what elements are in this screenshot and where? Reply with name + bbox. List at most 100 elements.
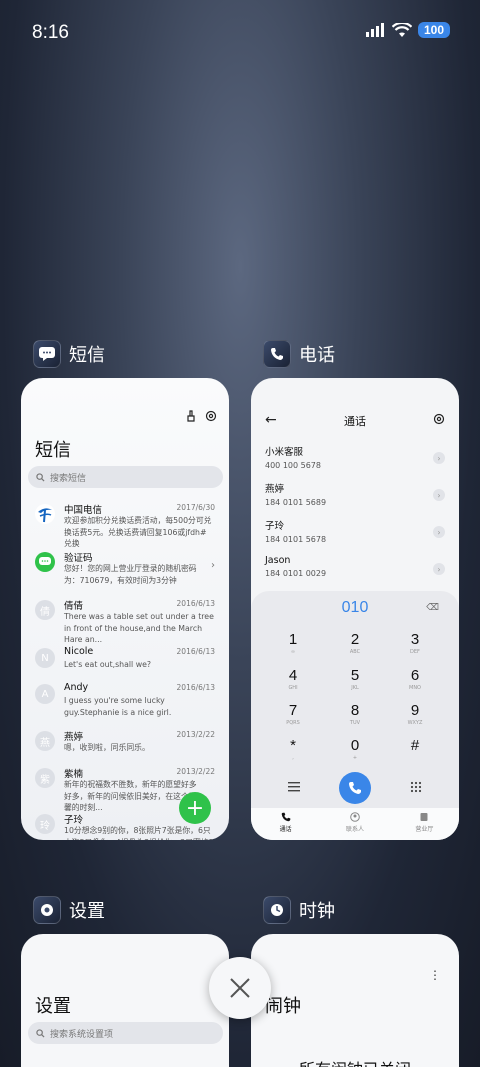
search-placeholder: 搜索系统设置项 (50, 1029, 114, 1040)
tab-label: 联系人 (345, 826, 364, 833)
dial-key-letters: + (352, 755, 358, 761)
chevron-right-icon[interactable]: › (433, 526, 445, 538)
search-icon (36, 472, 45, 482)
dial-key[interactable]: 6 MNO (395, 667, 435, 691)
sender-name: 验证码 (64, 553, 93, 564)
contact-item[interactable]: Jason 184 0101 0029 › (265, 555, 445, 585)
dialpad-grid-icon[interactable] (410, 781, 422, 793)
contact-item[interactable]: 燕婷 184 0101 5689 › (265, 481, 445, 511)
message-preview: 欢迎参加积分兑换话费活动，每500分可兑换话费5元。兑换话费请回复106或jfd… (64, 516, 212, 548)
chevron-right-icon[interactable]: › (433, 452, 445, 464)
tab-contacts[interactable]: 联系人 (320, 808, 389, 840)
clock-title: 闹钟 (265, 996, 301, 1017)
tab-store[interactable]: 营业厅 (390, 808, 459, 840)
phone-icon (281, 812, 290, 822)
dial-key[interactable]: 9 WXYZ (395, 702, 435, 726)
settings-gear-icon[interactable] (205, 410, 217, 422)
phone-header: ← 通话 (251, 412, 459, 432)
menu-icon[interactable] (288, 782, 300, 792)
message-preview: 嗯，收到啦，同乐同乐。 (64, 743, 150, 752)
dial-key[interactable]: 0 + (335, 737, 375, 761)
backspace-icon[interactable]: ⌫ (426, 603, 439, 613)
message-preview: I guess you're some lucky guy.Stephanie … (64, 696, 172, 717)
app-name: 设置 (69, 901, 105, 922)
message-date: 2017/6/30 (176, 503, 215, 512)
dial-key-letters: GHI (288, 685, 298, 691)
contact-name: Jason (265, 555, 291, 566)
clock-app-card[interactable]: ⋮ 闹钟 所有闹钟已关闭 (251, 934, 459, 1067)
dial-key-letters: DEF (410, 649, 420, 655)
store-icon (420, 813, 428, 821)
dial-key[interactable]: # (395, 737, 435, 755)
chevron-right-icon: › (211, 560, 215, 571)
wifi-icon (391, 22, 412, 37)
clean-icon[interactable] (185, 410, 197, 422)
contact-name: 小米客服 (265, 447, 304, 458)
dial-key-digit: 3 (410, 631, 420, 648)
status-time: 8:16 (32, 22, 69, 43)
dial-key[interactable]: 1 ∞ (273, 631, 313, 655)
sms-app-icon (33, 340, 61, 368)
chevron-right-icon[interactable]: › (433, 489, 445, 501)
plus-icon: + (185, 795, 205, 821)
avatar: 倩 (35, 600, 55, 620)
new-message-button[interactable]: + (179, 792, 211, 824)
contact-number: 400 100 5678 (265, 461, 321, 470)
settings-gear-icon[interactable] (433, 413, 445, 425)
dial-key-digit: 0 (350, 737, 360, 754)
sender-name: 燕婷 (64, 732, 84, 743)
contact-number: 184 0101 5678 (265, 535, 327, 544)
sms-app-card[interactable]: 短信 搜索短信 中国电信 2017/6/30 欢迎参加积分兑换话费活动，每500… (21, 378, 229, 840)
clear-all-button[interactable] (209, 957, 271, 1019)
search-placeholder: 搜索短信 (50, 473, 87, 484)
dial-key-digit: 9 (410, 702, 420, 719)
settings-app-icon (33, 896, 61, 924)
dial-key[interactable]: 7 PQRS (273, 702, 313, 726)
sms-top-icons (185, 410, 217, 422)
empty-state-text: 所有闹钟已关闭 (251, 1056, 459, 1067)
sms-title: 短信 (35, 440, 71, 461)
dial-key-digit: # (410, 737, 420, 754)
app-label-settings[interactable]: 设置 (33, 896, 105, 924)
dial-key[interactable]: 2 ABC (335, 631, 375, 655)
message-date: 2013/2/22 (176, 730, 215, 739)
app-label-clock[interactable]: 时钟 (263, 896, 335, 924)
contact-item[interactable]: 小米客服 400 100 5678 › (265, 444, 445, 474)
search-icon (36, 1028, 45, 1038)
message-date: 2016/6/13 (176, 647, 215, 656)
person-icon (350, 812, 360, 822)
clock-app-icon (263, 896, 291, 924)
call-button[interactable] (339, 772, 371, 804)
tab-calls[interactable]: 通话 (251, 808, 320, 840)
dial-key-digit: 8 (350, 702, 360, 719)
phone-app-card[interactable]: ← 通话 小米客服 400 100 5678 › 燕婷 184 0101 568… (251, 378, 459, 840)
dial-key-letters: ABC (349, 649, 361, 655)
settings-app-card[interactable]: 设置 搜索系统设置项 (21, 934, 229, 1067)
contact-number: 184 0101 0029 (265, 569, 327, 578)
dial-key-letters: PQRS (286, 720, 300, 726)
dial-key-letters: MNO (409, 685, 421, 691)
dial-key[interactable]: *, (273, 737, 313, 761)
dial-key-digit: 1 (288, 631, 298, 648)
chevron-right-icon[interactable]: › (433, 563, 445, 575)
message-date: 2016/6/13 (176, 683, 215, 692)
dial-key[interactable]: 4 GHI (273, 667, 313, 691)
sender-name: Nicole (64, 646, 94, 657)
tab-label: 营业厅 (415, 826, 434, 833)
app-label-sms[interactable]: 短信 (33, 340, 105, 368)
app-label-phone[interactable]: 电话 (263, 340, 335, 368)
dial-key[interactable]: 5 JKL (335, 667, 375, 691)
tab-label: 通话 (279, 826, 292, 833)
message-preview: There was a table set out under a tree i… (64, 612, 214, 644)
contact-item[interactable]: 子玲 184 0101 5678 › (265, 518, 445, 548)
avatar: 紫 (35, 768, 55, 788)
dial-key[interactable]: 8 TUV (335, 702, 375, 726)
dial-key-digit: * (290, 737, 296, 754)
sms-search-input[interactable]: 搜索短信 (28, 466, 223, 488)
app-name: 短信 (69, 345, 105, 366)
dial-key[interactable]: 3 DEF (395, 631, 435, 655)
more-options-icon[interactable]: ⋮ (429, 968, 441, 982)
status-bar: 8:16 100 (0, 0, 480, 68)
settings-search-input[interactable]: 搜索系统设置项 (28, 1022, 223, 1044)
app-name: 电话 (299, 345, 335, 366)
